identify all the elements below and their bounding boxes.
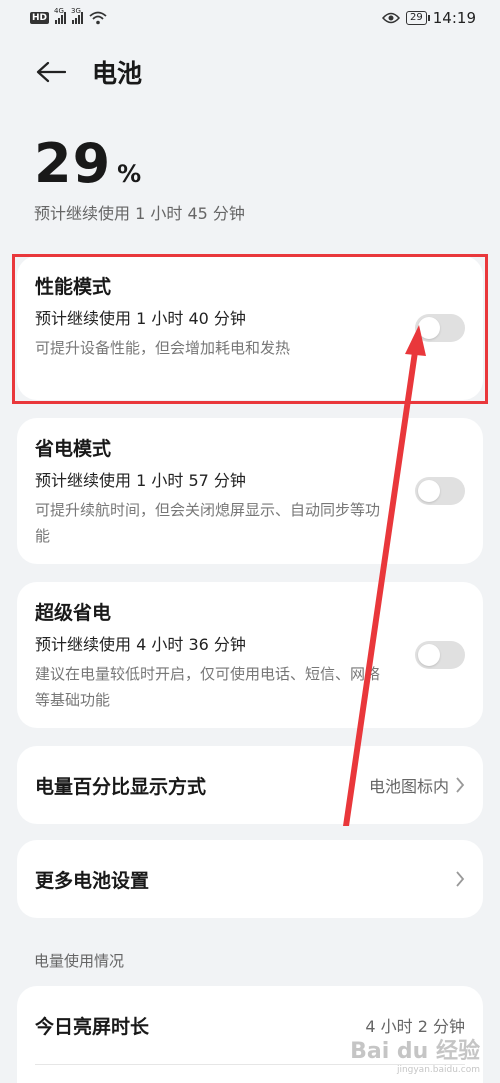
status-time: 14:19 (432, 9, 476, 27)
mode-description: 可提升续航时间，但会关闭熄屏显示、自动同步等功能 (35, 501, 381, 545)
signal-icon-2: 3G (71, 7, 84, 24)
ultra-power-saving-card: 超级省电 预计继续使用 4 小时 36 分钟 建议在电量较低时开启，仅可使用电话… (17, 582, 483, 728)
power-saving-mode-toggle[interactable] (415, 477, 465, 505)
section-title: 电量使用情况 (34, 952, 125, 970)
status-bar: HD 4G 3G 29 14:19 (0, 0, 500, 36)
wifi-icon (89, 11, 107, 25)
highlight-box (12, 254, 488, 404)
battery-percent: 29 % (34, 132, 141, 195)
battery-remaining: 预计继续使用 1 小时 45 分钟 (34, 204, 245, 223)
ultra-power-saving-toggle[interactable] (415, 641, 465, 669)
mode-estimate: 预计继续使用 4 小时 36 分钟 (35, 635, 246, 654)
chevron-right-icon (456, 871, 465, 887)
signal-icon: 4G (54, 7, 67, 24)
mode-name: 省电模式 (35, 438, 112, 460)
chevron-right-icon (456, 777, 465, 793)
back-button[interactable] (34, 55, 68, 89)
page-header: 电池 (34, 54, 142, 90)
watermark: Bai du 经验 jingyan.baidu.com (350, 1039, 480, 1075)
row-label: 电量百分比显示方式 (35, 775, 207, 798)
power-saving-mode-card: 省电模式 预计继续使用 1 小时 57 分钟 可提升续航时间，但会关闭熄屏显示、… (17, 418, 483, 564)
battery-percent-value: 29 (34, 132, 112, 195)
mode-estimate: 预计继续使用 1 小时 57 分钟 (35, 471, 246, 490)
battery-icon: 29 (406, 11, 430, 25)
toggle-knob (418, 480, 440, 502)
more-battery-settings-row[interactable]: 更多电池设置 (17, 840, 483, 918)
mode-description: 建议在电量较低时开启，仅可使用电话、短信、网络等基础功能 (35, 665, 381, 709)
eye-icon (382, 12, 401, 24)
percentage-display-row[interactable]: 电量百分比显示方式 电池图标内 (17, 746, 483, 824)
status-right: 29 14:19 (382, 9, 476, 27)
arrow-left-icon (36, 61, 66, 83)
status-left: HD 4G 3G (30, 7, 107, 25)
mode-name: 超级省电 (35, 602, 112, 624)
hd-badge: HD (30, 12, 50, 24)
row-label: 今日亮屏时长 (35, 1015, 150, 1038)
row-label: 更多电池设置 (35, 869, 150, 892)
percent-sign: % (117, 160, 142, 188)
toggle-knob (418, 644, 440, 666)
page-title: 电池 (92, 59, 143, 88)
row-value: 电池图标内 (368, 777, 449, 796)
